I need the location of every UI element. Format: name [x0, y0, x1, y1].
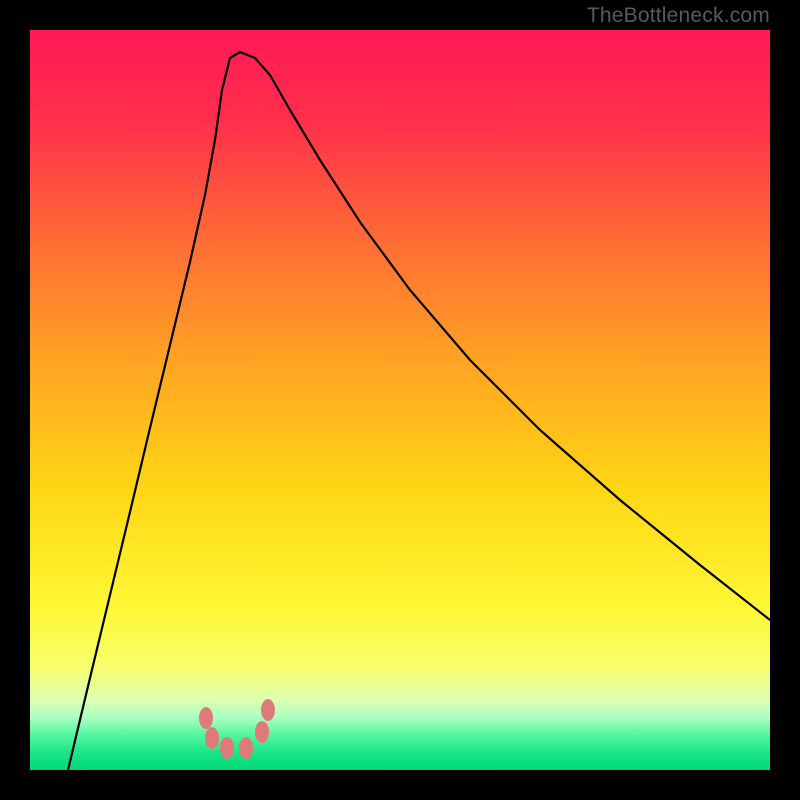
highlight-markers	[199, 699, 275, 759]
highlight-left-2	[205, 727, 219, 749]
highlight-right-2	[261, 699, 275, 721]
plot-area	[30, 30, 770, 770]
watermark-text: TheBottleneck.com	[587, 4, 770, 28]
bottleneck-curve	[68, 52, 770, 770]
highlight-right-1	[255, 721, 269, 743]
highlight-bottom-2	[239, 737, 253, 759]
highlight-bottom-1	[220, 737, 234, 759]
highlight-left-1	[199, 707, 213, 729]
chart-frame: TheBottleneck.com	[0, 0, 800, 800]
curve-layer	[30, 30, 770, 770]
